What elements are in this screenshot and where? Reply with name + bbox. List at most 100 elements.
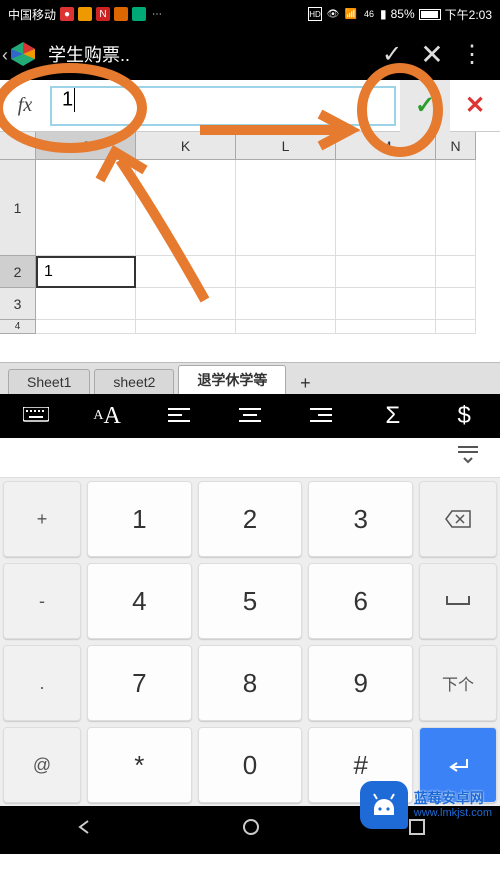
battery-pct: 85% <box>391 7 415 21</box>
cell-j4[interactable] <box>36 320 136 334</box>
sigma-icon[interactable]: Σ <box>369 394 417 438</box>
format-toolbar: AA Σ $ <box>0 394 500 438</box>
cancel-button[interactable]: ✕ <box>450 80 500 132</box>
row-header-4[interactable]: 4 <box>0 320 36 334</box>
key-hash[interactable]: # <box>308 727 413 803</box>
key-at[interactable]: @ <box>3 727 81 803</box>
cell-m3[interactable] <box>336 288 436 320</box>
key-2[interactable]: 2 <box>198 481 303 557</box>
sheet-tab-2[interactable]: sheet2 <box>94 369 174 394</box>
key-star[interactable]: * <box>87 727 192 803</box>
spreadsheet-grid[interactable]: J K L M N 1 2 1 3 4 <box>0 132 500 362</box>
cell-n3[interactable] <box>436 288 476 320</box>
nav-home-icon[interactable] <box>241 817 261 843</box>
cell-n1[interactable] <box>436 160 476 256</box>
signal-bars-icon: ▮ <box>380 7 387 21</box>
cell-n4[interactable] <box>436 320 476 334</box>
row-header-2[interactable]: 2 <box>0 256 36 288</box>
align-right-icon[interactable] <box>297 394 345 438</box>
menu-overflow-icon[interactable]: ⋮ <box>452 34 492 74</box>
cell-k4[interactable] <box>136 320 236 334</box>
wifi-icon: 📶 <box>344 7 358 21</box>
font-icon[interactable]: AA <box>83 394 131 438</box>
cell-m2[interactable] <box>336 256 436 288</box>
key-next[interactable]: 下个 <box>419 645 497 721</box>
app-icon-4 <box>114 7 128 21</box>
formula-bar: fx 1 ✓ ✕ <box>0 80 500 132</box>
key-backspace[interactable] <box>419 481 497 557</box>
align-left-icon[interactable] <box>155 394 203 438</box>
column-headers: J K L M N <box>0 132 500 160</box>
key-8[interactable]: 8 <box>198 645 303 721</box>
cell-l3[interactable] <box>236 288 336 320</box>
keyboard-toggle-icon[interactable] <box>12 394 60 438</box>
sheet-tab-1[interactable]: Sheet1 <box>8 369 90 394</box>
cell-j3[interactable] <box>36 288 136 320</box>
app-icon-5 <box>132 7 146 21</box>
cell-k1[interactable] <box>136 160 236 256</box>
key-1[interactable]: 1 <box>87 481 192 557</box>
key-5[interactable]: 5 <box>198 563 303 639</box>
app-header: ‹ 学生购票.. ✓ ✕ ⋮ <box>0 28 500 80</box>
key-space[interactable] <box>419 563 497 639</box>
carrier-label: 中国移动 <box>8 6 56 23</box>
sheet-tabs: Sheet1 sheet2 退学休学等 + <box>0 362 500 394</box>
cell-k3[interactable] <box>136 288 236 320</box>
key-0[interactable]: 0 <box>198 727 303 803</box>
document-title[interactable]: 学生购票.. <box>48 41 130 67</box>
app-icon-3: N <box>96 7 110 21</box>
sheet-tab-2-label: sheet2 <box>113 374 155 390</box>
sheet-tab-1-label: Sheet1 <box>27 374 71 390</box>
numeric-keyboard: + 1 2 3 - 4 5 6 . 7 8 9 下个 @ * 0 # <box>0 478 500 806</box>
close-header-icon[interactable]: ✕ <box>412 34 452 74</box>
cell-n2[interactable] <box>436 256 476 288</box>
key-7[interactable]: 7 <box>87 645 192 721</box>
android-navbar <box>0 806 500 854</box>
app-icon-1: ● <box>60 7 74 21</box>
align-center-icon[interactable] <box>226 394 274 438</box>
sig-icon: 46 <box>362 7 376 21</box>
sheet-tab-3[interactable]: 退学休学等 <box>178 365 286 394</box>
select-all-corner[interactable] <box>0 132 36 160</box>
col-header-j[interactable]: J <box>36 132 136 160</box>
add-sheet-button[interactable]: + <box>290 373 320 394</box>
cell-l2[interactable] <box>236 256 336 288</box>
app-logo[interactable]: ‹ <box>8 39 38 69</box>
cell-m4[interactable] <box>336 320 436 334</box>
key-plus[interactable]: + <box>3 481 81 557</box>
cell-l1[interactable] <box>236 160 336 256</box>
nav-back-icon[interactable] <box>74 817 94 843</box>
row-header-3[interactable]: 3 <box>0 288 36 320</box>
fx-button[interactable]: fx <box>0 94 50 117</box>
nav-recent-icon[interactable] <box>408 818 426 842</box>
key-6[interactable]: 6 <box>308 563 413 639</box>
cell-j2[interactable]: 1 <box>36 256 136 288</box>
col-header-k[interactable]: K <box>136 132 236 160</box>
key-9[interactable]: 9 <box>308 645 413 721</box>
formula-input[interactable]: 1 <box>50 86 396 126</box>
battery-icon <box>419 9 441 20</box>
format-expand-row <box>0 438 500 478</box>
confirm-button[interactable]: ✓ <box>400 80 450 132</box>
col-header-m[interactable]: M <box>336 132 436 160</box>
collapse-icon[interactable] <box>456 445 480 470</box>
key-minus[interactable]: - <box>3 563 81 639</box>
app-icon-2 <box>78 7 92 21</box>
col-header-l[interactable]: L <box>236 132 336 160</box>
row-header-1[interactable]: 1 <box>0 160 36 256</box>
eye-icon: 👁 <box>326 7 340 21</box>
cell-l4[interactable] <box>236 320 336 334</box>
cell-m1[interactable] <box>336 160 436 256</box>
col-header-n[interactable]: N <box>436 132 476 160</box>
accept-header-icon[interactable]: ✓ <box>372 34 412 74</box>
key-3[interactable]: 3 <box>308 481 413 557</box>
cell-k2[interactable] <box>136 256 236 288</box>
key-enter[interactable] <box>419 727 497 803</box>
formula-value: 1 <box>62 88 73 110</box>
clock: 下午2:03 <box>445 6 492 23</box>
dollar-icon[interactable]: $ <box>440 394 488 438</box>
key-4[interactable]: 4 <box>87 563 192 639</box>
key-dot[interactable]: . <box>3 645 81 721</box>
cell-j1[interactable] <box>36 160 136 256</box>
status-bar: 中国移动 ● N ⋯ HD 👁 📶 46 ▮ 85% 下午2:03 <box>0 0 500 28</box>
